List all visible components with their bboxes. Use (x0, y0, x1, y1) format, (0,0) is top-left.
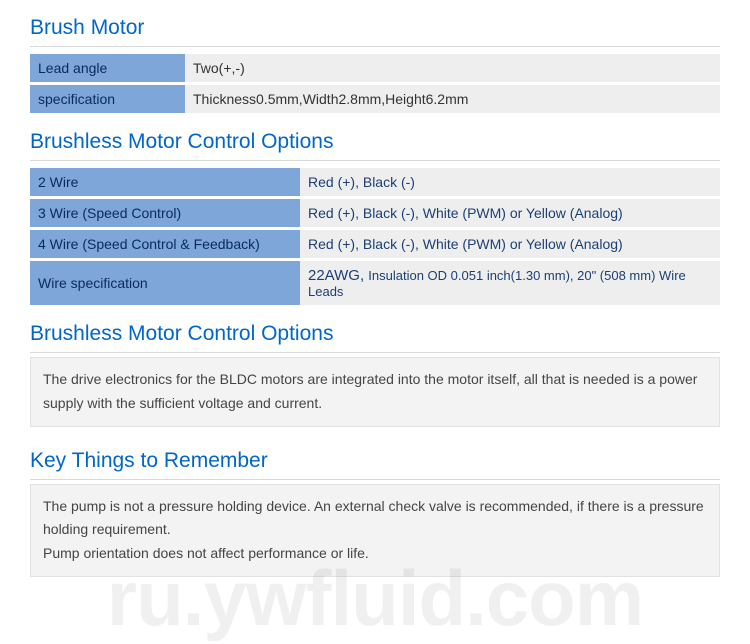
brushless-options-table: 2 Wire Red (+), Black (-) 3 Wire (Speed … (30, 165, 720, 308)
row-label: 3 Wire (Speed Control) (30, 199, 300, 227)
brush-motor-table: Lead angle Two(+,-) specification Thickn… (30, 51, 720, 116)
row-value: 22AWG, Insulation OD 0.051 inch(1.30 mm)… (300, 261, 720, 305)
row-label: 4 Wire (Speed Control & Feedback) (30, 230, 300, 258)
table-row: 3 Wire (Speed Control) Red (+), Black (-… (30, 199, 720, 227)
table-row: specification Thickness0.5mm,Width2.8mm,… (30, 85, 720, 113)
table-row: Wire specification 22AWG, Insulation OD … (30, 261, 720, 305)
row-value: Thickness0.5mm,Width2.8mm,Height6.2mm (185, 85, 720, 113)
wire-spec-lead: 22AWG, (308, 267, 368, 284)
table-row: 2 Wire Red (+), Black (-) (30, 168, 720, 196)
row-label: Lead angle (30, 54, 185, 82)
section-title-brush-motor: Brush Motor (30, 8, 720, 47)
section-title-brushless-desc: Brushless Motor Control Options (30, 314, 720, 353)
table-row: Lead angle Two(+,-) (30, 54, 720, 82)
section-title-brushless-options: Brushless Motor Control Options (30, 122, 720, 161)
row-label: specification (30, 85, 185, 113)
key-things-line1: The pump is not a pressure holding devic… (43, 495, 707, 543)
brushless-description-box: The drive electronics for the BLDC motor… (30, 357, 720, 427)
key-things-box: The pump is not a pressure holding devic… (30, 484, 720, 577)
row-value: Red (+), Black (-) (300, 168, 720, 196)
section-title-key-things: Key Things to Remember (30, 441, 720, 480)
row-value: Red (+), Black (-), White (PWM) or Yello… (300, 199, 720, 227)
table-row: 4 Wire (Speed Control & Feedback) Red (+… (30, 230, 720, 258)
key-things-line2: Pump orientation does not affect perform… (43, 542, 707, 566)
row-value: Two(+,-) (185, 54, 720, 82)
row-label: 2 Wire (30, 168, 300, 196)
row-label: Wire specification (30, 261, 300, 305)
row-value: Red (+), Black (-), White (PWM) or Yello… (300, 230, 720, 258)
